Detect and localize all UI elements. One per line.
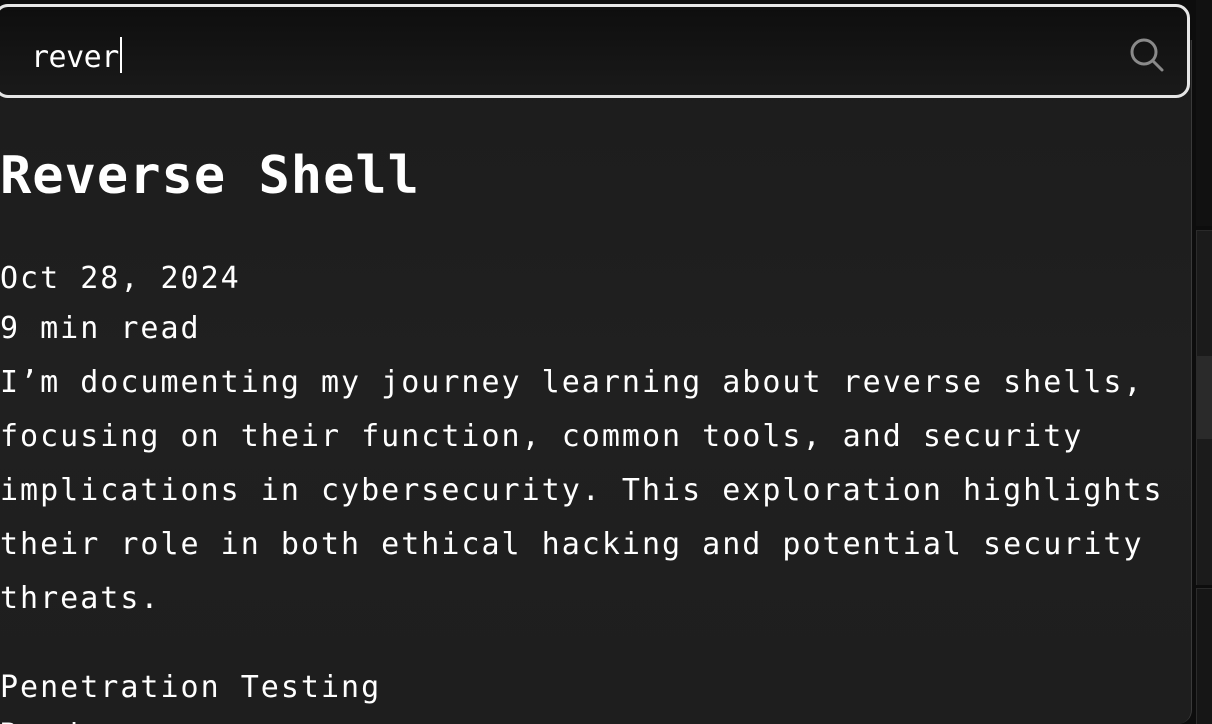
result-date: Oct 28, 2024 — [0, 261, 241, 296]
result-tag[interactable]: Penetration Testing — [0, 664, 1180, 712]
read-more-link[interactable]: Read more → — [0, 712, 1180, 724]
background-panel — [1196, 356, 1212, 439]
search-box[interactable]: rever — [0, 4, 1190, 98]
search-result-item[interactable]: Reverse Shell Oct 28, 2024 9 min read I’… — [0, 140, 1180, 724]
search-icon[interactable] — [1129, 37, 1165, 73]
page: Reverse Shell Oct 28, 2024 9 min read I’… — [0, 0, 1212, 724]
search-input[interactable]: rever — [31, 37, 122, 78]
search-results-dropdown: Reverse Shell Oct 28, 2024 9 min read I’… — [0, 40, 1192, 724]
result-excerpt: I’m documenting my journey learning abou… — [0, 365, 1164, 616]
background-panel — [1196, 588, 1212, 724]
result-read-time: 9 min read — [0, 311, 201, 346]
search-input-value: rever — [31, 40, 119, 75]
result-title[interactable]: Reverse Shell — [0, 140, 1180, 212]
text-caret — [119, 37, 122, 73]
background-panel — [1196, 0, 1212, 226]
